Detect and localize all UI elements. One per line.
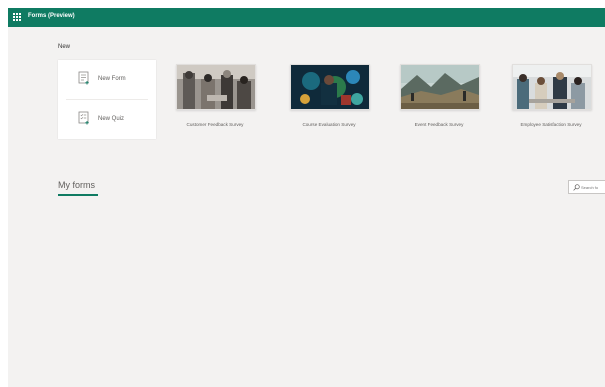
new-quiz-icon xyxy=(78,111,89,125)
new-quiz-button[interactable]: New Quiz xyxy=(58,100,156,139)
new-items-card: New Form New Quiz xyxy=(58,60,156,139)
search-box[interactable] xyxy=(568,180,605,194)
top-app-bar: Forms (Preview) xyxy=(8,8,605,27)
template-label: Employee Satisfaction Survey xyxy=(520,122,582,127)
new-quiz-label: New Quiz xyxy=(98,116,125,122)
my-forms-heading[interactable]: My forms xyxy=(58,180,95,190)
new-form-label: New Form xyxy=(98,76,126,82)
template-label: Customer Feedback Survey xyxy=(186,122,244,127)
template-label: Event Feedback Survey xyxy=(414,122,464,127)
new-form-icon xyxy=(78,71,89,85)
course-evaluation-survey-image xyxy=(290,64,370,110)
template-event-feedback-survey[interactable]: Event Feedback Survey xyxy=(392,60,486,140)
template-customer-feedback-survey[interactable]: Customer Feedback Survey xyxy=(168,60,262,140)
new-section-label: New xyxy=(58,44,71,50)
my-forms-tab-underline xyxy=(58,194,98,196)
template-label: Course Evaluation Survey xyxy=(302,122,356,127)
template-course-evaluation-survey[interactable]: Course Evaluation Survey xyxy=(282,60,376,140)
customer-feedback-survey-image xyxy=(176,64,256,110)
employee-satisfaction-survey-image xyxy=(512,64,592,110)
search-icon xyxy=(573,184,580,191)
event-feedback-survey-image xyxy=(400,64,480,110)
app-title[interactable]: Forms (Preview) xyxy=(28,13,75,19)
app-launcher-icon[interactable] xyxy=(12,12,22,22)
template-employee-satisfaction-survey[interactable]: Employee Satisfaction Survey xyxy=(504,60,598,140)
new-form-button[interactable]: New Form xyxy=(58,60,156,99)
forms-app-window: Forms (Preview) New New Form New Quiz Cu… xyxy=(8,8,605,387)
search-input[interactable] xyxy=(581,183,605,192)
